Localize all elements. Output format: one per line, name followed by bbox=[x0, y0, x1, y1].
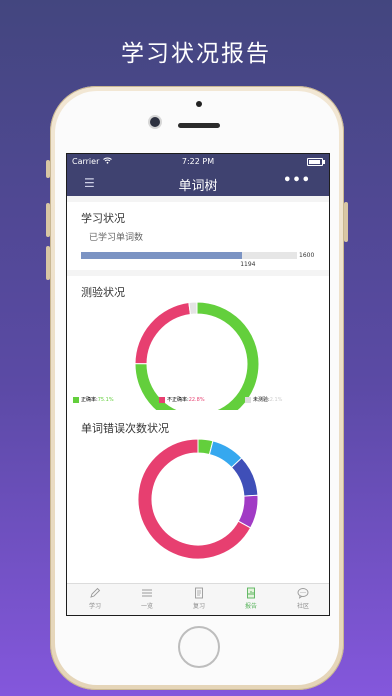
error-count-card: 单词错误次数状况 bbox=[67, 410, 329, 584]
quiz-status-title: 测验状况 bbox=[81, 286, 125, 299]
clock: 7:22 PM bbox=[181, 157, 215, 166]
tab-review[interactable]: 复习 bbox=[173, 587, 225, 610]
learned-count: 1194 bbox=[240, 261, 256, 268]
status-bar: Carrier 7:22 PM bbox=[67, 154, 329, 170]
learned-progress-bar bbox=[81, 252, 297, 259]
list-icon bbox=[142, 589, 152, 597]
pencil-icon bbox=[90, 587, 101, 598]
legend-swatch-correct bbox=[73, 396, 79, 403]
error-donut-chart bbox=[137, 438, 259, 560]
legend-swatch-incorrect bbox=[159, 396, 165, 403]
tab-community[interactable]: 社区 bbox=[277, 587, 329, 610]
front-camera-icon bbox=[196, 101, 202, 107]
quiz-slice-1 bbox=[134, 301, 191, 365]
camera-lens-icon bbox=[150, 117, 160, 127]
quiz-slice-2 bbox=[188, 301, 198, 315]
learned-progress-fill bbox=[81, 252, 243, 259]
more-options-icon[interactable]: ••• bbox=[283, 173, 311, 188]
learning-status-card: 学习状况 已学习单词数 1194 1600 bbox=[67, 202, 329, 270]
quiz-legend: 正确率:75.1% 不正确率:22.8% 未测验:2.1% bbox=[67, 393, 329, 407]
report-content[interactable]: 学习状况 已学习单词数 1194 1600 测验状况 正确率:75.1% 不正确… bbox=[67, 196, 329, 584]
tab-bar: 学习 一览 复习 报告 社区 bbox=[67, 583, 329, 615]
document-icon bbox=[195, 587, 203, 599]
quiz-donut-chart bbox=[134, 301, 260, 427]
legend-swatch-untested bbox=[245, 396, 251, 403]
earpiece bbox=[178, 123, 220, 128]
tab-study[interactable]: 学习 bbox=[69, 587, 121, 610]
battery-icon bbox=[307, 158, 325, 166]
nav-bar: ☰ 单词树 ••• bbox=[67, 170, 329, 196]
total-count: 1600 bbox=[299, 252, 315, 259]
home-button[interactable] bbox=[178, 626, 220, 668]
tab-overview[interactable]: 一览 bbox=[121, 587, 173, 610]
error-slice-2 bbox=[230, 457, 259, 497]
legend-untested: 未测验:2.1% bbox=[245, 396, 282, 403]
chat-bubble-icon bbox=[297, 588, 309, 599]
report-icon bbox=[247, 587, 255, 599]
promo-headline: 学习状况报告 bbox=[121, 41, 271, 67]
learned-words-label: 已学习单词数 bbox=[89, 233, 144, 243]
error-count-title: 单词错误次数状况 bbox=[81, 422, 169, 435]
learning-status-title: 学习状况 bbox=[81, 212, 125, 225]
legend-incorrect: 不正确率:22.8% bbox=[159, 396, 205, 403]
app-screen: Carrier 7:22 PM ☰ 单词树 ••• 学习状况 已学习单词数 11… bbox=[66, 153, 330, 616]
tab-report[interactable]: 报告 bbox=[225, 587, 277, 610]
legend-correct: 正确率:75.1% bbox=[73, 396, 114, 403]
